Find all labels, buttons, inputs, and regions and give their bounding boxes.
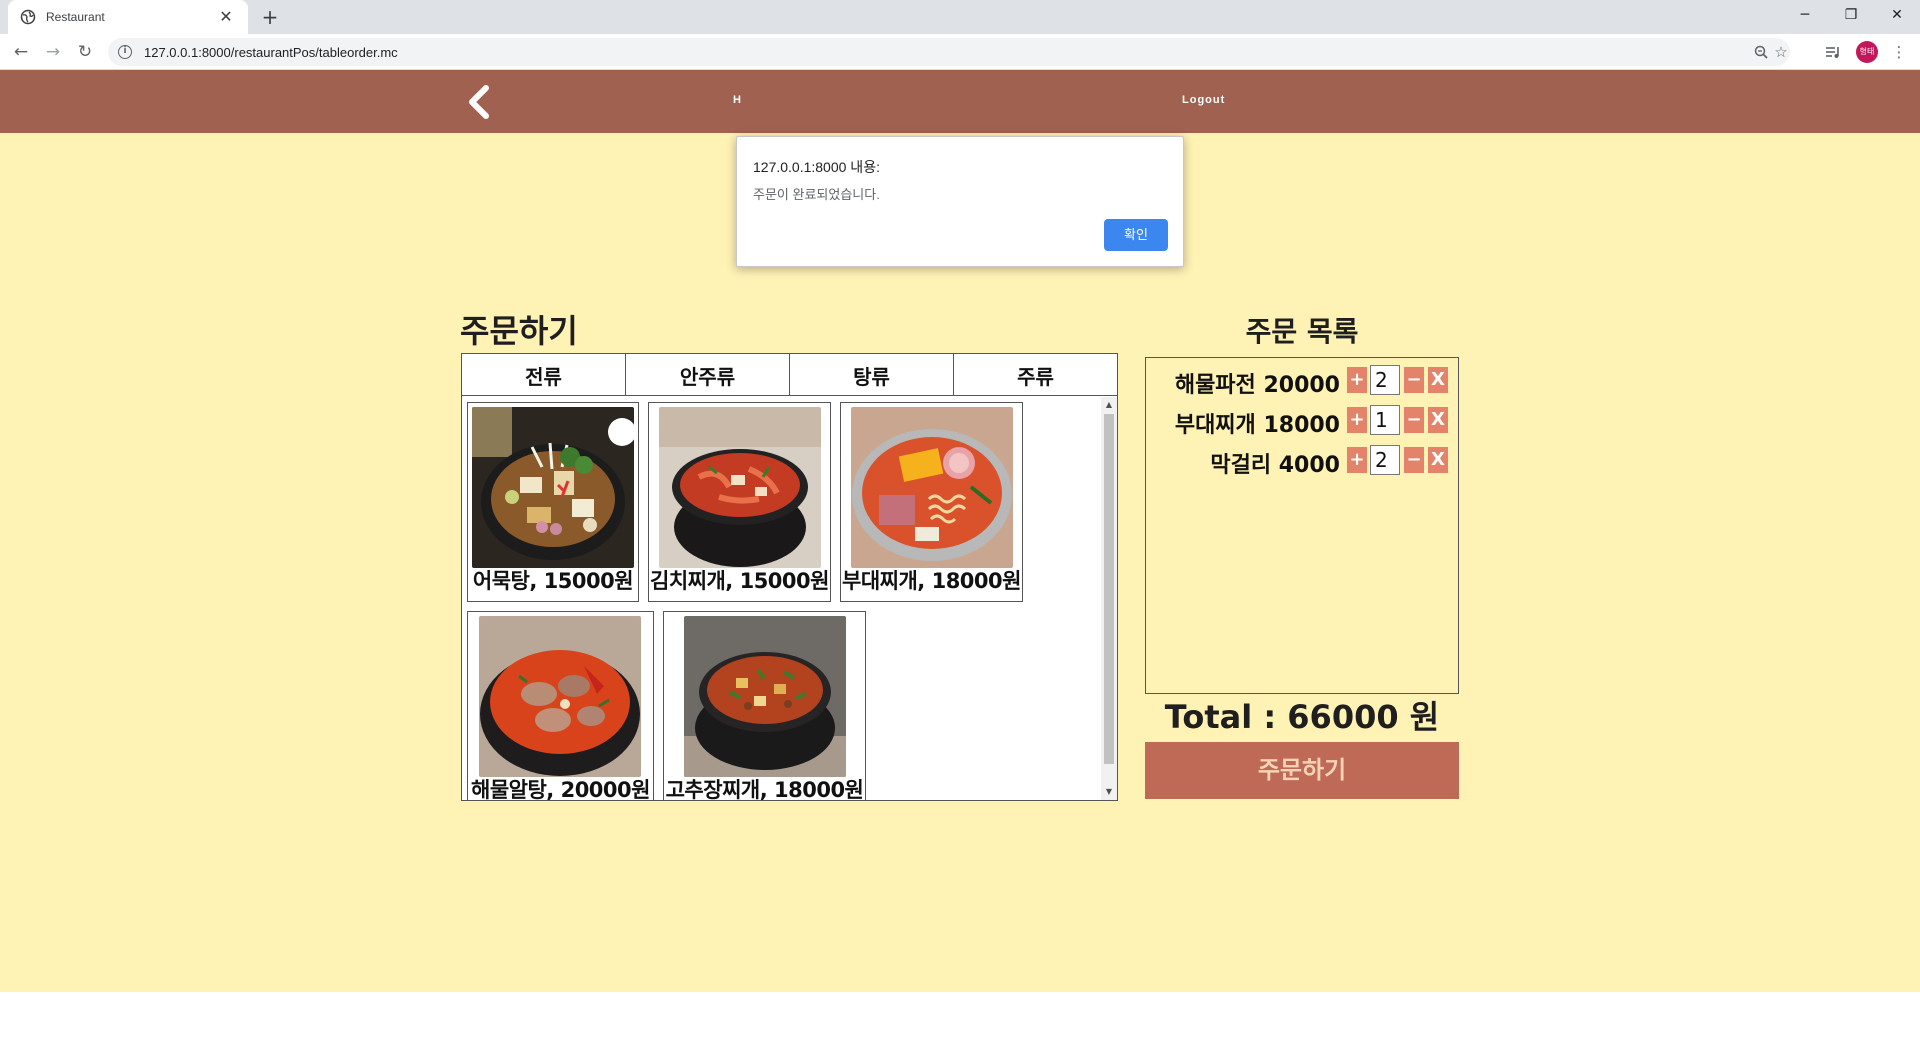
order-row: 해물파전 20000 + 2 − X [1146, 365, 1458, 398]
menu-grid: 어묵탕, 15000원 김치찌개, 15000원 부대찌개, 18000원 해물… [462, 397, 1117, 800]
browser-toolbar: ← → ↻ i 127.0.0.1:8000/restaurantPos/tab… [0, 34, 1920, 70]
menu-item-label: 고추장찌개, 18000원 [665, 778, 864, 800]
tab-close-icon[interactable]: ✕ [216, 7, 236, 27]
increase-button[interactable]: + [1347, 367, 1367, 393]
decrease-button[interactable]: − [1404, 447, 1424, 473]
scroll-thumb[interactable] [1104, 414, 1114, 764]
tab-title: Restaurant [46, 10, 105, 24]
header-nav-partial[interactable]: H [733, 94, 741, 106]
browser-tab[interactable]: Restaurant ✕ [8, 0, 248, 34]
tab-category-1[interactable]: 전류 [462, 354, 626, 396]
order-item-label: 해물파전 20000 [1174, 373, 1340, 398]
profile-avatar[interactable]: 형태 [1856, 41, 1878, 63]
new-tab-button[interactable]: + [256, 5, 284, 29]
category-tabs: 전류 안주류 탕류 주류 [462, 354, 1117, 396]
quantity-input[interactable]: 1 [1370, 405, 1400, 435]
order-row: 부대찌개 18000 + 1 − X [1146, 405, 1458, 438]
order-item-label: 막걸리 4000 [1210, 453, 1340, 478]
window-close-button[interactable]: ✕ [1874, 0, 1920, 30]
menu-item-card[interactable]: 고추장찌개, 18000원 [663, 611, 866, 800]
kimchi-stew-image [659, 407, 821, 568]
menu-scrollbar[interactable]: ▲ ▼ [1101, 397, 1117, 800]
order-list-box: 해물파전 20000 + 2 − X 부대찌개 18000 + 1 − X 막걸… [1145, 357, 1459, 694]
minimize-button[interactable]: ─ [1782, 0, 1828, 30]
quantity-input[interactable]: 2 [1370, 365, 1400, 395]
menu-item-label: 부대찌개, 18000원 [842, 569, 1021, 593]
logout-link[interactable]: Logout [1182, 94, 1225, 106]
decrease-button[interactable]: − [1404, 367, 1424, 393]
menu-item-label: 해물알탕, 20000원 [471, 778, 650, 800]
menu-item-card[interactable]: 김치찌개, 15000원 [648, 402, 831, 602]
quantity-input[interactable]: 2 [1370, 445, 1400, 475]
restore-button[interactable]: ❐ [1828, 0, 1874, 30]
order-section-title: 주문하기 [460, 312, 578, 350]
menu-item-label: 김치찌개, 15000원 [650, 569, 829, 593]
place-order-button[interactable]: 주문하기 [1145, 742, 1459, 799]
page-viewport: H Logout 주문하기 전류 안주류 탕류 주류 어묵탕, 15000원 김… [0, 70, 1920, 992]
browser-tab-bar: Restaurant ✕ + ─ ❐ ✕ [0, 0, 1920, 34]
site-header: H Logout [0, 70, 1920, 133]
more-menu-icon[interactable]: ⋮ [1886, 39, 1912, 65]
order-list-title: 주문 목록 [1245, 315, 1359, 348]
order-total: Total : 66000 원 [1164, 698, 1440, 736]
alert-ok-button[interactable]: 확인 [1104, 219, 1168, 251]
menu-item-card[interactable]: 해물알탕, 20000원 [467, 611, 654, 800]
menu-item-card[interactable]: 부대찌개, 18000원 [840, 402, 1023, 602]
reload-icon[interactable]: ↻ [72, 39, 98, 65]
remove-button[interactable]: X [1428, 447, 1448, 473]
info-icon[interactable]: i [118, 45, 132, 59]
army-stew-image [851, 407, 1013, 568]
media-queue-icon[interactable] [1820, 39, 1846, 65]
increase-button[interactable]: + [1347, 407, 1367, 433]
globe-icon [20, 9, 36, 25]
menu-panel: 전류 안주류 탕류 주류 어묵탕, 15000원 김치찌개, 15000원 부대… [461, 353, 1118, 801]
alert-message: 주문이 완료되었습니다. [753, 187, 880, 202]
back-icon[interactable]: ← [8, 39, 34, 65]
increase-button[interactable]: + [1347, 447, 1367, 473]
menu-item-label: 어묵탕, 15000원 [472, 569, 634, 593]
scroll-down-arrow-icon[interactable]: ▼ [1101, 784, 1117, 800]
tab-category-4[interactable]: 주류 [954, 354, 1117, 396]
alert-dialog: 127.0.0.1:8000 내용: 주문이 완료되었습니다. 확인 [736, 136, 1184, 267]
remove-button[interactable]: X [1428, 407, 1448, 433]
order-item-label: 부대찌개 18000 [1174, 413, 1340, 438]
fish-cake-stew-image [472, 407, 634, 568]
address-bar[interactable]: i 127.0.0.1:8000/restaurantPos/tableorde… [108, 38, 1790, 66]
bookmark-star-icon[interactable]: ☆ [1768, 38, 1794, 66]
scroll-up-arrow-icon[interactable]: ▲ [1101, 397, 1117, 413]
alert-title: 127.0.0.1:8000 내용: [753, 159, 880, 175]
tab-category-3[interactable]: 탕류 [790, 354, 954, 396]
url-text[interactable]: 127.0.0.1:8000/restaurantPos/tableorder.… [144, 45, 398, 60]
gochujang-stew-image [684, 616, 846, 777]
forward-icon[interactable]: → [40, 39, 66, 65]
order-row: 막걸리 4000 + 2 − X [1146, 445, 1458, 478]
decrease-button[interactable]: − [1404, 407, 1424, 433]
remove-button[interactable]: X [1428, 367, 1448, 393]
menu-item-card[interactable]: 어묵탕, 15000원 [467, 402, 639, 602]
back-arrow-icon[interactable] [462, 82, 496, 122]
seafood-roe-stew-image [479, 616, 641, 777]
tab-category-2[interactable]: 안주류 [626, 354, 790, 396]
